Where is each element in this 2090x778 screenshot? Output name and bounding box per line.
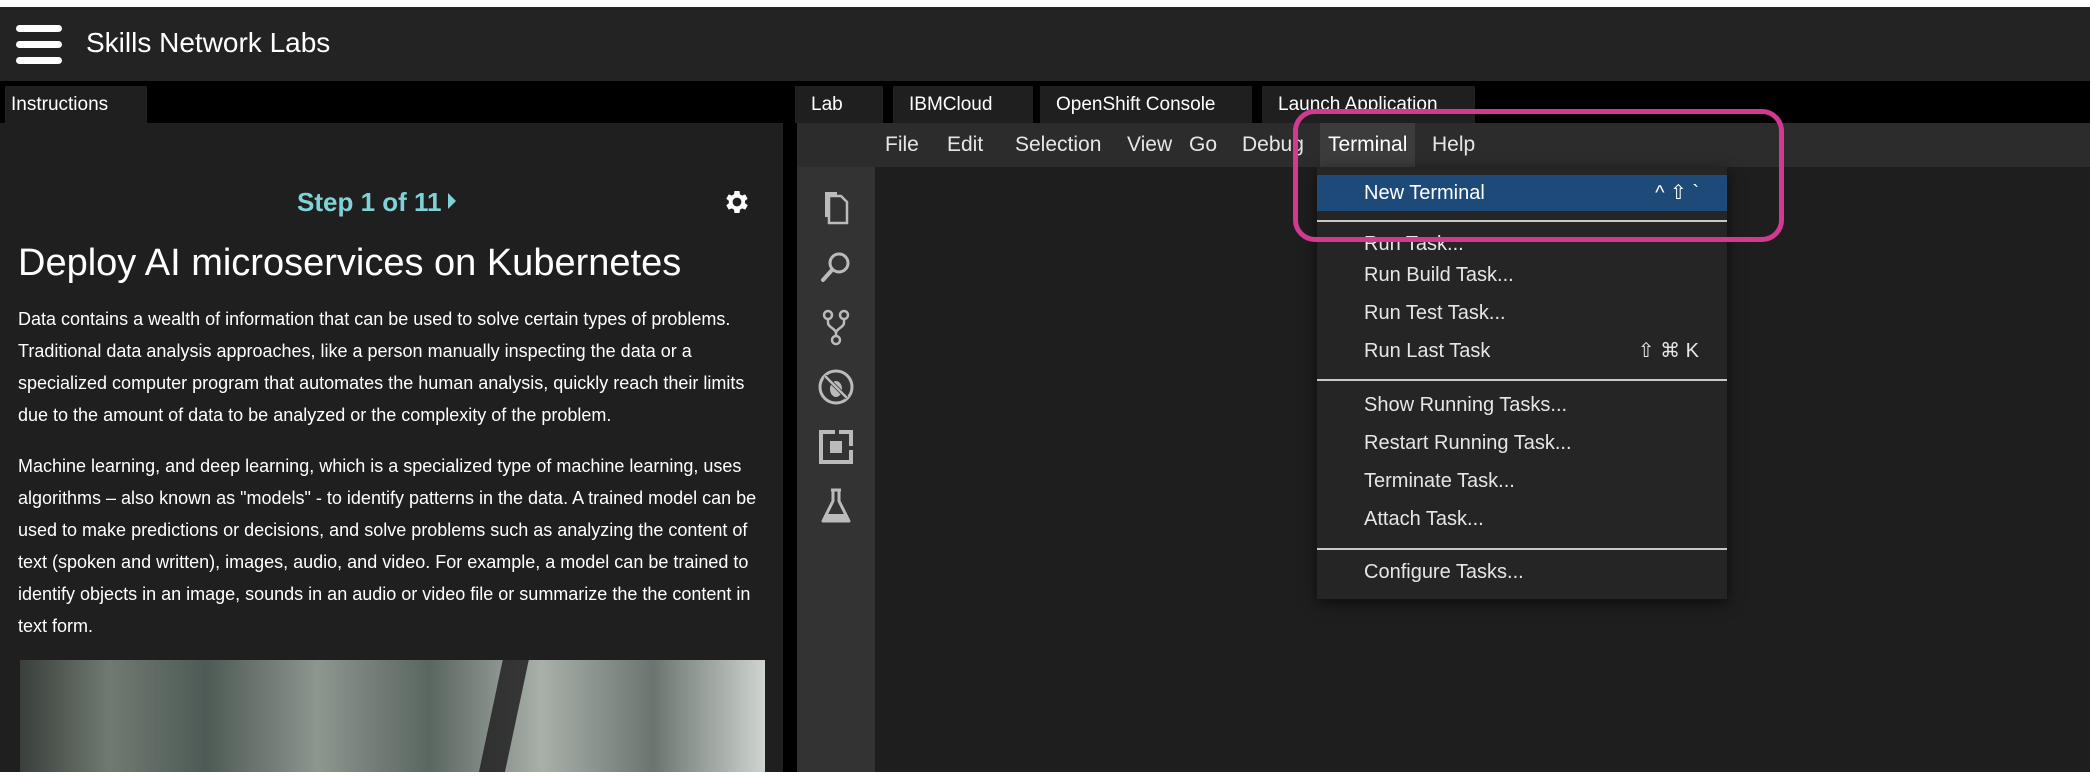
menu-item-run-last-task[interactable]: Run Last Task ⇧ ⌘ K: [1317, 333, 1727, 369]
source-control-icon[interactable]: [816, 307, 856, 347]
search-icon[interactable]: [816, 247, 856, 287]
step-navigator[interactable]: Step 1 of 11: [297, 187, 456, 218]
tab-launch-application[interactable]: Launch Application: [1262, 86, 1475, 123]
menu-item-show-running-tasks[interactable]: Show Running Tasks...: [1317, 387, 1727, 423]
activity-bar: [797, 167, 875, 772]
gear-icon[interactable]: [722, 187, 752, 217]
terminal-menu-dropdown: New Terminal ^ ⇧ ` Run Task... Run Build…: [1317, 167, 1727, 599]
flask-icon[interactable]: [816, 487, 856, 527]
menu-selection[interactable]: Selection: [1007, 123, 1109, 167]
tab-openshift-console[interactable]: OpenShift Console: [1040, 86, 1252, 123]
files-icon[interactable]: [816, 187, 856, 227]
app-frame: Skills Network Labs Instructions Step 1 …: [0, 7, 2090, 772]
menu-item-attach-task[interactable]: Attach Task...: [1317, 501, 1727, 537]
top-bar: Skills Network Labs: [0, 7, 2090, 81]
hamburger-menu-icon[interactable]: [16, 25, 62, 65]
menu-item-new-terminal[interactable]: New Terminal ^ ⇧ `: [1317, 175, 1727, 211]
menu-terminal[interactable]: Terminal: [1320, 123, 1416, 167]
intro-paragraph-2: Machine learning, and deep learning, whi…: [18, 456, 757, 636]
menu-item-restart-running-task[interactable]: Restart Running Task...: [1317, 425, 1727, 461]
illustration-image: [20, 660, 765, 772]
tab-instructions[interactable]: Instructions: [5, 86, 147, 123]
menu-separator: [1317, 548, 1727, 550]
debug-icon[interactable]: [816, 367, 856, 407]
menu-debug[interactable]: Debug: [1234, 123, 1312, 167]
ide-menubar: File Edit Selection View Go Debug Termin…: [797, 123, 2090, 167]
instructions-panel: Step 1 of 11 Deploy AI microservices on …: [0, 123, 783, 772]
menu-separator: [1317, 379, 1727, 381]
extensions-icon[interactable]: [816, 427, 856, 467]
menu-file[interactable]: File: [877, 123, 927, 167]
next-step-icon[interactable]: [447, 193, 456, 209]
page-title: Deploy AI microservices on Kubernetes: [18, 242, 682, 284]
menu-item-run-build-task[interactable]: Run Build Task...: [1317, 257, 1727, 293]
menu-item-configure-tasks[interactable]: Configure Tasks...: [1317, 554, 1727, 590]
tab-ibmcloud[interactable]: IBMCloud: [893, 86, 1033, 123]
menu-help[interactable]: Help: [1424, 123, 1483, 167]
menu-edit[interactable]: Edit: [939, 123, 991, 167]
menu-item-terminate-task[interactable]: Terminate Task...: [1317, 463, 1727, 499]
menu-separator: [1317, 220, 1727, 222]
ide-tabbar: Lab IBMCloud OpenShift Console Launch Ap…: [795, 86, 2090, 123]
menu-view[interactable]: View: [1119, 123, 1180, 167]
step-label: Step 1 of 11: [297, 187, 442, 217]
instructions-tabbar: Instructions: [0, 86, 783, 123]
menu-go[interactable]: Go: [1181, 123, 1225, 167]
app-title: Skills Network Labs: [86, 27, 331, 58]
menu-item-run-test-task[interactable]: Run Test Task...: [1317, 295, 1727, 331]
intro-paragraph-1: Data contains a wealth of information th…: [18, 309, 745, 425]
tab-lab[interactable]: Lab: [795, 86, 883, 123]
